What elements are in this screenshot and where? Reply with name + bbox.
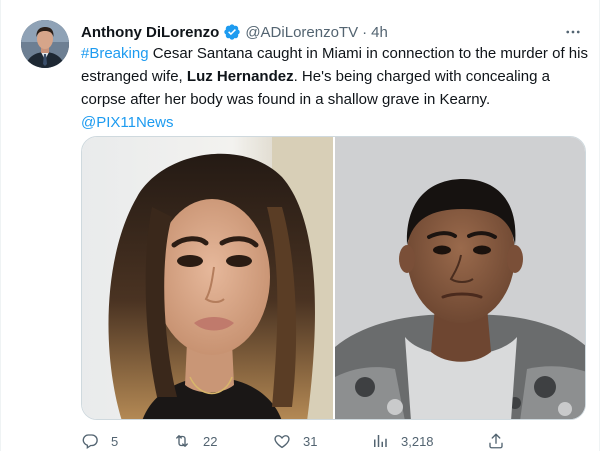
tweet-card[interactable]: Anthony DiLorenzo @ADiLorenzoTV · 4h #Br… (0, 0, 600, 451)
views-button[interactable]: 3,218 (371, 432, 434, 450)
share-icon (489, 433, 503, 449)
more-horizontal-icon (566, 30, 580, 34)
views-chart-icon (374, 435, 387, 447)
media-photo-left[interactable] (82, 137, 333, 419)
woman-portrait-image (82, 137, 333, 419)
like-count: 31 (303, 433, 318, 449)
views-count: 3,218 (401, 433, 434, 449)
like-button[interactable]: 31 (273, 432, 317, 450)
reply-button[interactable]: 5 (81, 432, 118, 450)
hashtag-link[interactable]: #Breaking (81, 45, 149, 62)
reply-count: 5 (111, 433, 119, 449)
tweet-media (81, 136, 586, 420)
tweet-text: #Breaking Cesar Santana caught in Miami … (81, 42, 591, 134)
retweet-count: 22 (203, 433, 218, 449)
tweet-text-bold-name: Luz Hernandez (186, 68, 294, 85)
man-mugshot-image (335, 137, 585, 419)
heart-icon (274, 435, 290, 449)
author-handle[interactable]: @ADiLorenzoTV (245, 24, 358, 41)
header-separator: · (362, 23, 368, 41)
verified-badge-icon (223, 23, 241, 41)
retweet-button[interactable]: 22 (173, 432, 217, 450)
tweet-timestamp[interactable]: 4h (371, 24, 388, 41)
mention-link[interactable]: @PIX11News (81, 114, 173, 131)
reply-icon (82, 434, 98, 450)
retweet-icon (176, 435, 188, 447)
avatar-image (21, 20, 69, 68)
media-photo-right[interactable] (335, 137, 585, 419)
share-button[interactable] (487, 432, 505, 450)
more-options-button[interactable] (563, 22, 583, 42)
tweet-actions: 5 22 31 3,218 (81, 432, 591, 451)
tweet-header: Anthony DiLorenzo @ADiLorenzoTV · 4h (81, 22, 388, 42)
author-display-name[interactable]: Anthony DiLorenzo (81, 24, 219, 41)
author-avatar[interactable] (21, 20, 69, 68)
